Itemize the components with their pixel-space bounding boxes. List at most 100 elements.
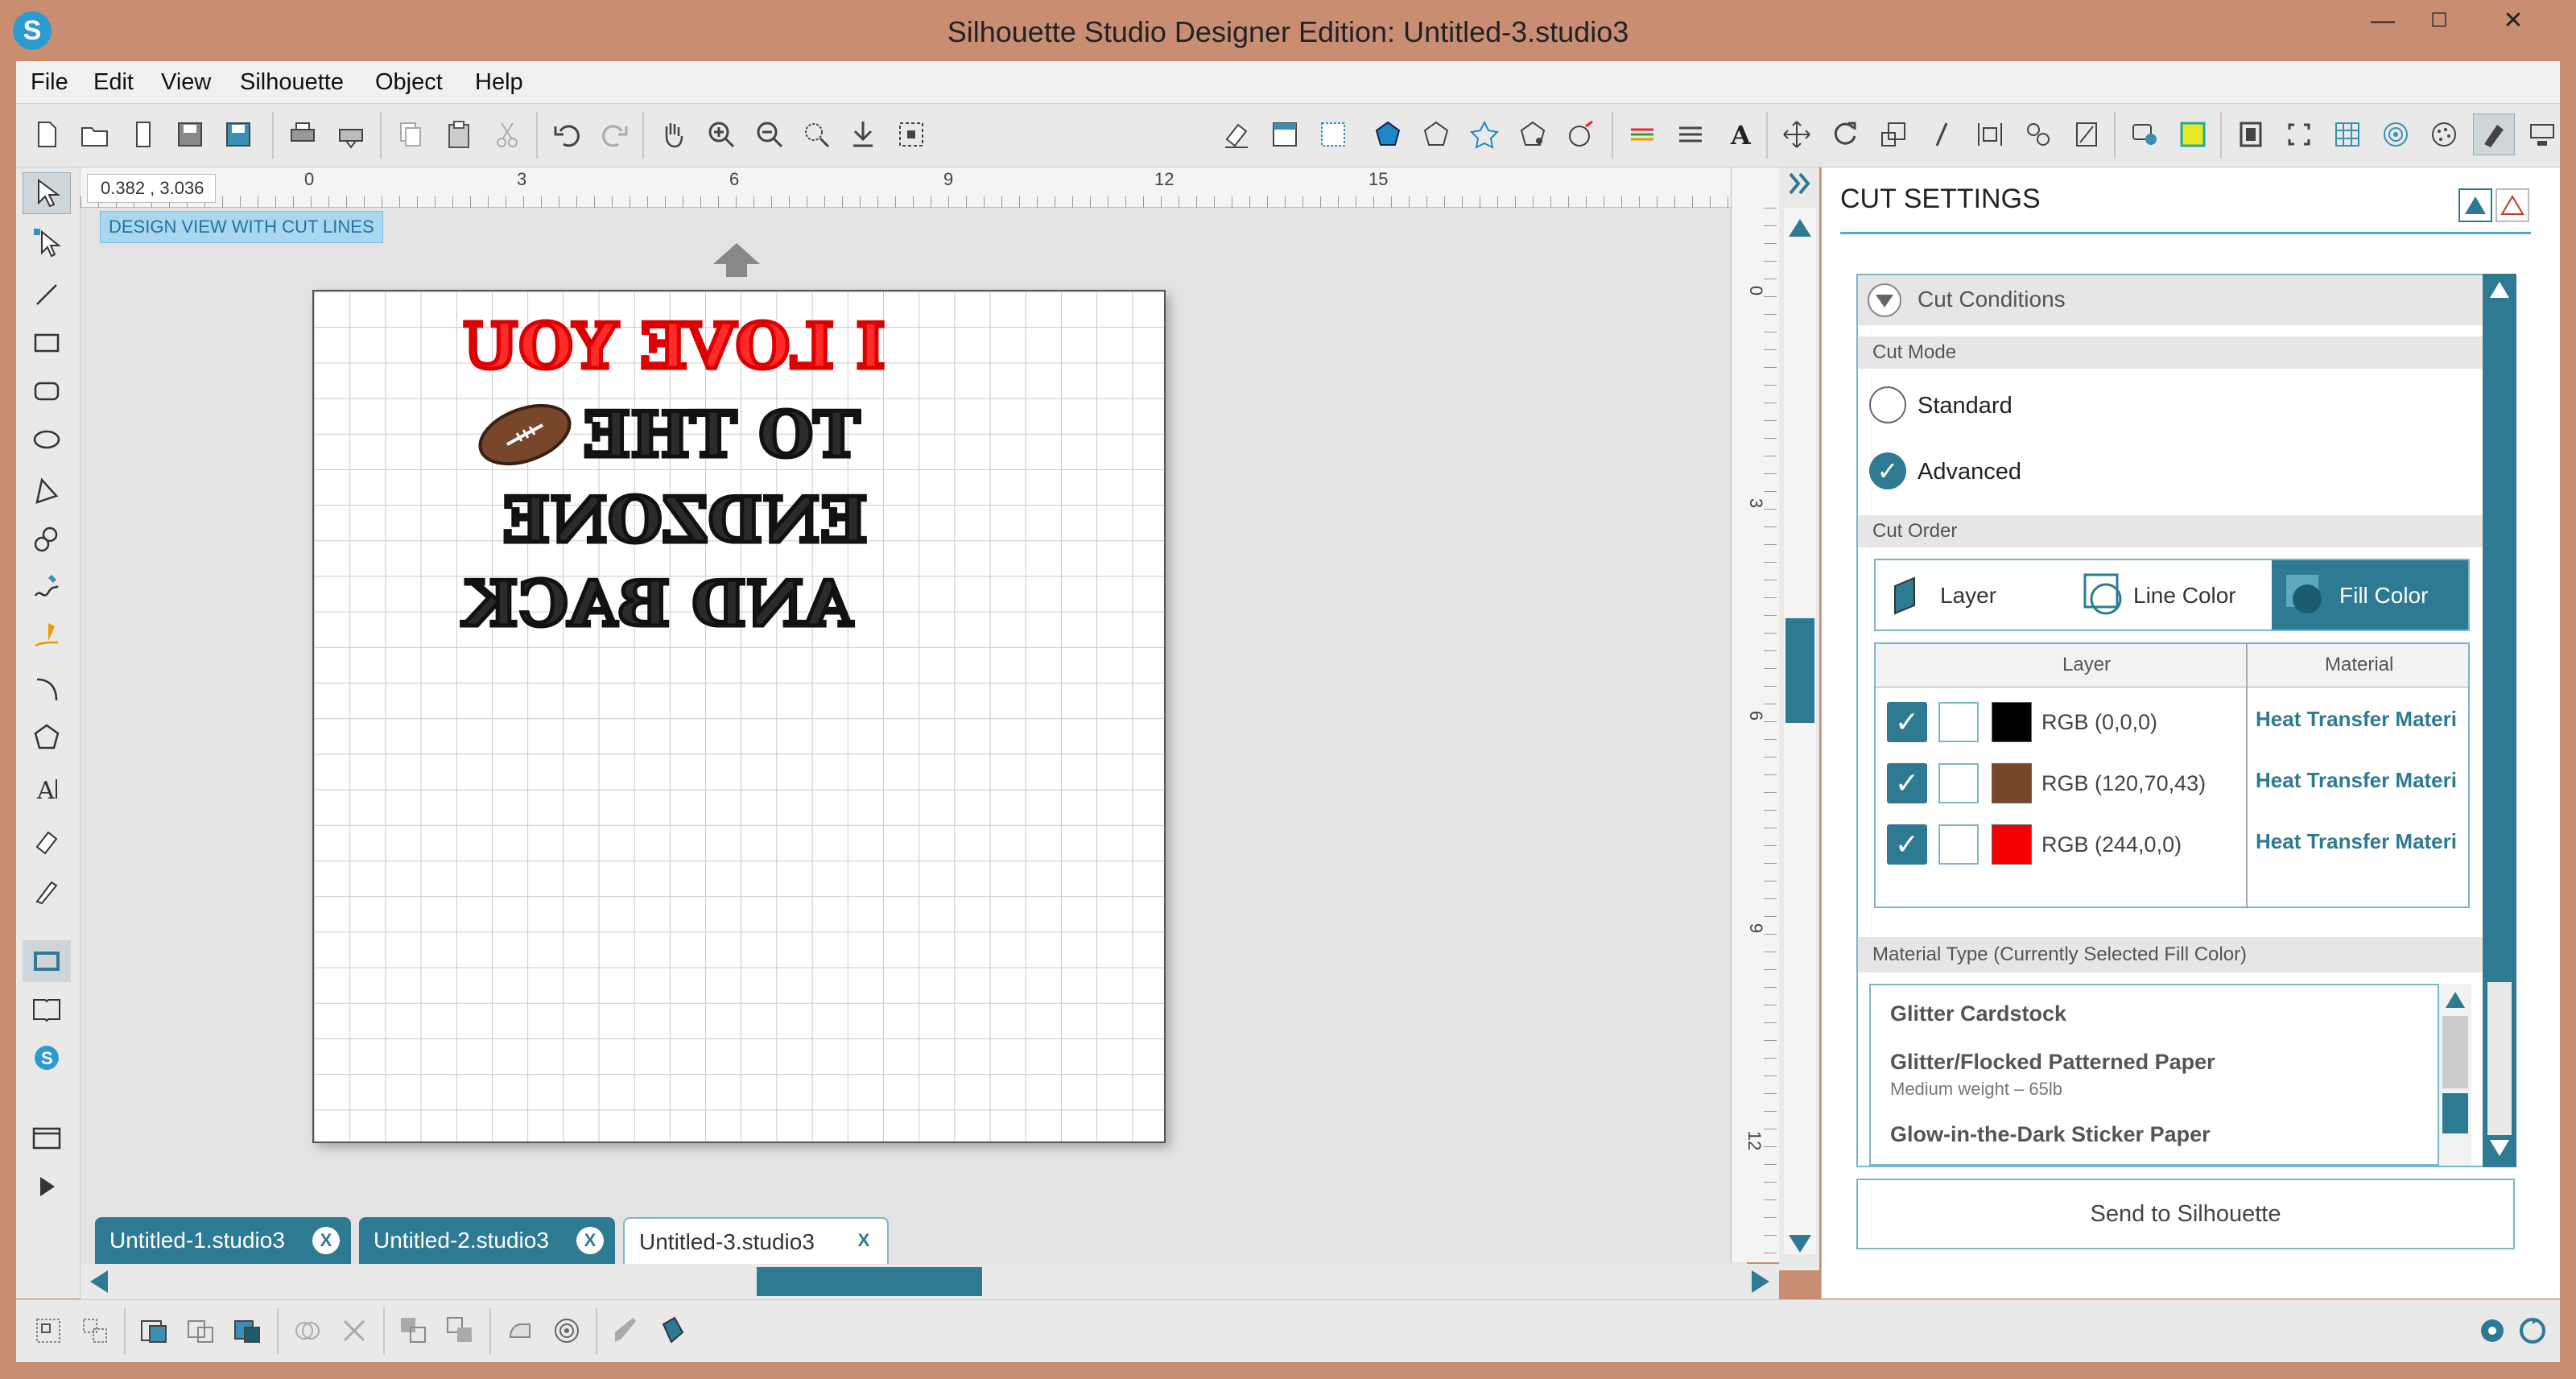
curve-tool-icon[interactable] [23,518,71,560]
settings-gear-icon[interactable] [2471,1310,2513,1352]
fill-bucket-icon[interactable] [652,1310,694,1352]
tab-close-icon[interactable]: X [850,1227,877,1254]
group-icon[interactable] [27,1310,69,1352]
advanced-radio[interactable]: ✓ [1869,452,1906,489]
smooth-freehand-tool-icon[interactable] [23,615,71,657]
polygon-tool-icon[interactable] [23,470,71,512]
send-panel-icon[interactable] [2230,114,2272,155]
play-icon[interactable] [23,1166,71,1208]
panel-collapse-icon[interactable] [2496,188,2529,222]
sketch-icon[interactable] [1560,114,1602,155]
align-icon[interactable] [1969,114,2011,155]
scale-icon[interactable] [1872,114,1914,155]
line-weight-icon[interactable] [1670,114,1711,155]
open-folder-icon[interactable] [74,114,116,155]
table-row[interactable]: ✓ RGB (244,0,0) Heat Transfer Materi [1876,816,2468,873]
undo-icon[interactable] [546,114,588,155]
scroll-right-icon[interactable] [1745,1267,1774,1296]
design-text-line-4[interactable]: AND BACK [462,566,855,643]
library-icon[interactable] [122,114,164,155]
minimize-button[interactable]: — [2359,5,2407,37]
row-material[interactable]: Heat Transfer Materi [2256,768,2467,793]
tab-untitled-1[interactable]: Untitled-1.studio3 X [95,1217,351,1264]
send-to-back-icon[interactable] [440,1310,481,1352]
cut-conditions-header[interactable]: Cut Conditions [1858,275,2483,325]
new-document-icon[interactable] [26,114,68,155]
cutting-mat[interactable]: I LOVE YOU TO THE ENDZONE AND BACK [312,290,1166,1143]
send-to-silhouette-icon[interactable] [2521,114,2563,155]
offset-icon[interactable] [2124,114,2165,155]
spiral-icon[interactable] [2375,114,2417,155]
rounded-rectangle-tool-icon[interactable] [23,370,71,412]
replicate-icon[interactable] [2017,114,2059,155]
cut-style-icon[interactable] [1938,824,1979,865]
release-compound-path-icon[interactable] [180,1310,222,1352]
design-view-icon[interactable] [23,940,71,982]
scroll-down-icon[interactable] [1784,1227,1816,1259]
text-tool-icon[interactable]: A [23,768,71,810]
arc-tool-icon[interactable] [23,668,71,710]
cut-lines-icon[interactable] [1621,114,1663,155]
pan-hand-icon[interactable] [652,114,694,155]
rotate-icon[interactable] [1824,114,1866,155]
menu-view[interactable]: View [161,61,211,103]
delete-icon[interactable] [333,1310,375,1352]
save-icon[interactable] [169,114,211,155]
row-checkbox[interactable]: ✓ [1887,763,1927,803]
print-cut-icon[interactable] [330,114,372,155]
line-style-icon[interactable] [1463,114,1505,155]
panel-expand-icon[interactable] [2458,188,2492,222]
order-fill-color-button[interactable]: Fill Color [2272,560,2468,630]
scroll-thumb[interactable] [2442,1093,2468,1133]
row-checkbox[interactable]: ✓ [1887,702,1927,742]
duplicate-icon[interactable] [287,1310,328,1352]
modify-icon[interactable] [2066,114,2107,155]
menu-object[interactable]: Object [375,61,443,103]
zoom-out-icon[interactable] [749,114,791,155]
cut-style-icon[interactable] [1938,763,1979,803]
menu-file[interactable]: File [31,61,68,103]
menu-silhouette[interactable]: Silhouette [240,61,344,103]
paste-icon[interactable] [438,114,480,155]
eraser-tool-icon[interactable] [23,821,71,863]
line-color-icon[interactable] [1415,114,1457,155]
grid-settings-icon[interactable] [1312,114,1354,155]
tab-untitled-2[interactable]: Untitled-2.studio3 X [359,1217,615,1264]
target-icon[interactable] [546,1310,588,1352]
table-row[interactable]: ✓ RGB (0,0,0) Heat Transfer Materi [1876,694,2468,750]
material-item[interactable]: Glitter/Flocked Patterned Paper [1890,1050,2215,1075]
cut-settings-icon[interactable] [2473,114,2515,155]
select-arrow-icon[interactable] [23,172,71,214]
rhinestone-icon[interactable] [2423,114,2465,155]
edit-points-icon[interactable] [23,221,71,262]
send-to-silhouette-button[interactable]: Send to Silhouette [1856,1179,2515,1249]
row-material[interactable]: Heat Transfer Materi [2256,829,2467,854]
close-button[interactable]: ✕ [2489,5,2537,37]
cut-scissors-icon[interactable] [486,114,528,155]
collapse-panel-icon[interactable] [1784,167,1816,200]
design-text-line-2[interactable]: TO THE [581,397,862,474]
drag-zoom-icon[interactable] [842,114,884,155]
scroll-thumb[interactable] [1785,618,1814,723]
order-layer-button[interactable]: Layer [1876,560,2069,630]
table-row[interactable]: ✓ RGB (120,70,43) Heat Transfer Materi [1876,755,2468,811]
ellipse-tool-icon[interactable] [23,419,71,460]
sync-icon[interactable] [2512,1310,2553,1352]
fill-color-icon[interactable] [1367,114,1409,155]
row-material[interactable]: Heat Transfer Materi [2256,707,2467,732]
football-icon[interactable] [475,403,575,467]
grid-panel-icon[interactable] [2326,114,2368,155]
material-item[interactable]: Glow-in-the-Dark Sticker Paper [1890,1122,2211,1147]
page-settings-icon[interactable] [1264,114,1306,155]
standard-radio[interactable] [1869,386,1906,423]
cut-style-icon[interactable] [1938,702,1979,742]
transform-icon[interactable] [1776,114,1818,155]
redo-icon[interactable] [594,114,636,155]
knife-tool-icon[interactable] [23,869,71,911]
row-checkbox[interactable]: ✓ [1887,824,1927,865]
scroll-track[interactable] [1784,208,1816,1254]
material-list[interactable]: Glitter Cardstock Glitter/Flocked Patter… [1869,984,2439,1166]
text-style-icon[interactable]: A [1718,114,1760,155]
order-line-color-button[interactable]: Line Color [2077,560,2270,630]
copy-icon[interactable] [390,114,431,155]
